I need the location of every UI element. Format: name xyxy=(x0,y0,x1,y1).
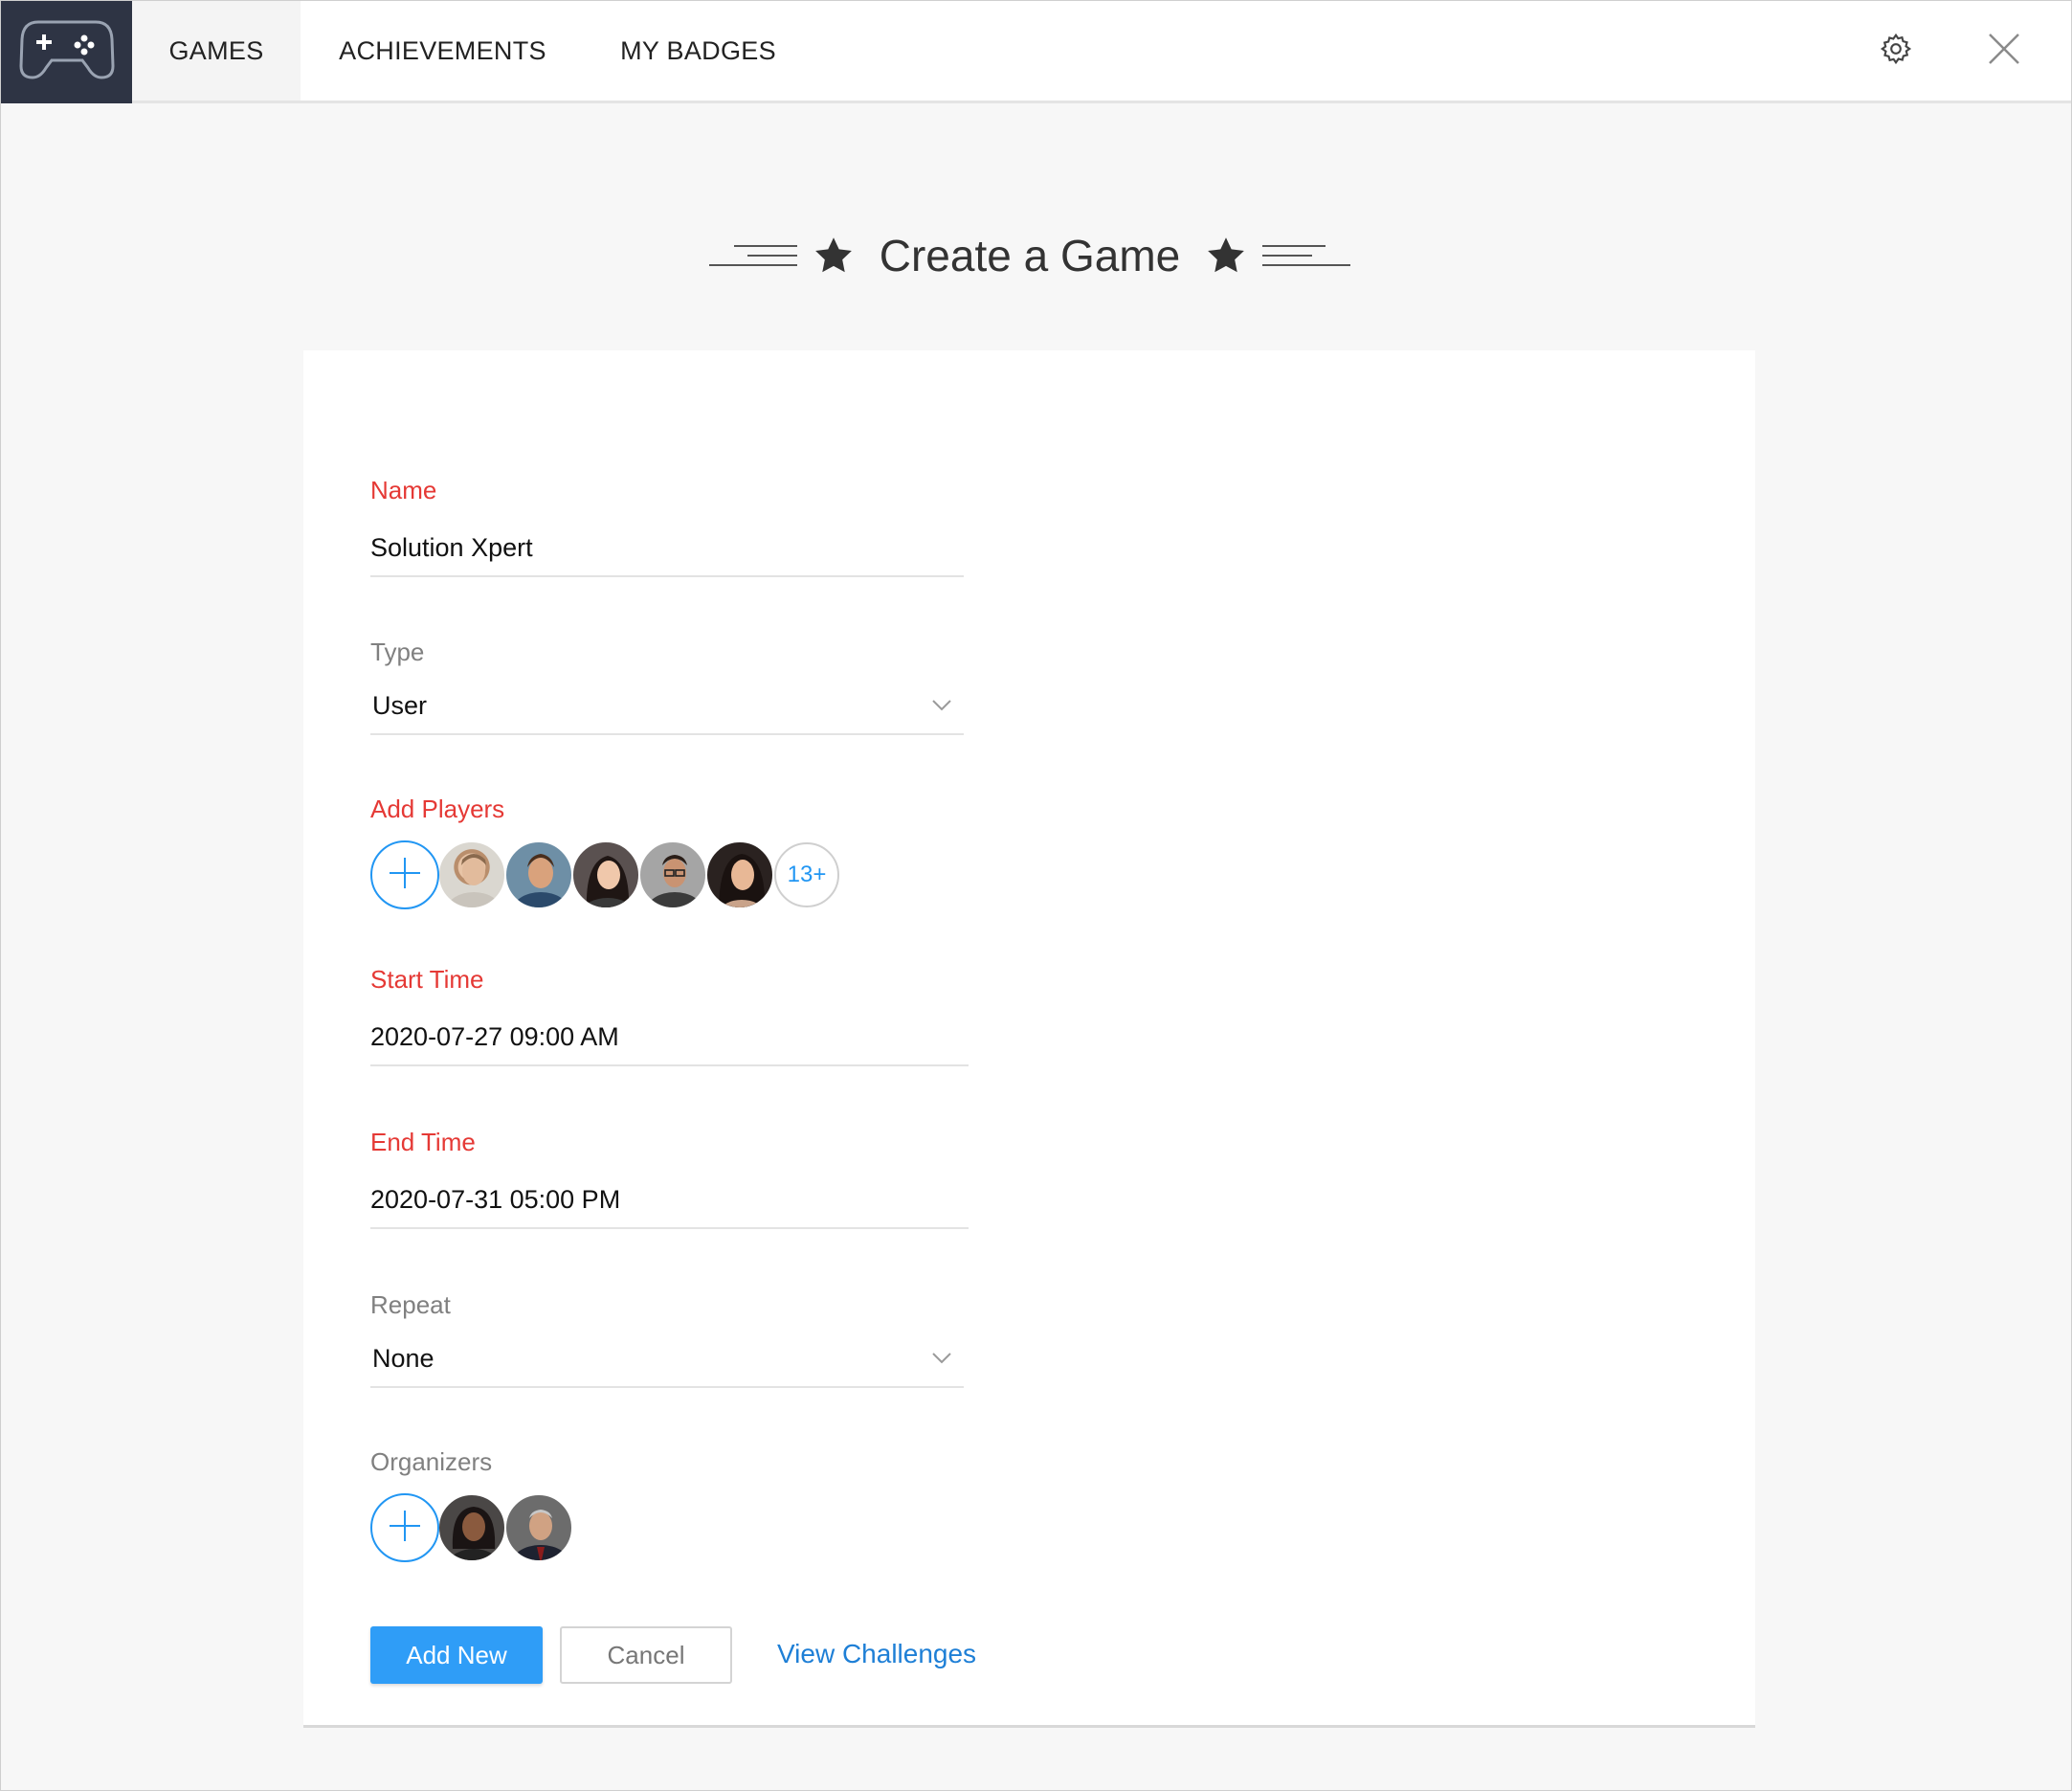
organizer-avatar[interactable] xyxy=(437,1493,506,1562)
start-time-value: 2020-07-27 09:00 AM xyxy=(370,1021,619,1051)
gear-icon xyxy=(1879,32,1913,71)
page-title: Create a Game xyxy=(879,230,1181,280)
type-field: Type User xyxy=(370,638,964,735)
chevron-down-icon xyxy=(931,699,952,712)
players-field: Add Players 13+ xyxy=(370,795,839,909)
add-player-button[interactable] xyxy=(370,840,439,909)
player-avatar[interactable] xyxy=(571,840,640,909)
add-organizer-button[interactable] xyxy=(370,1493,439,1562)
top-navigation-bar: GAMES ACHIEVEMENTS MY BADGES xyxy=(1,1,2071,103)
name-field: Name Solution Xpert xyxy=(370,476,964,577)
left-decoration-lines-icon xyxy=(708,243,797,268)
create-game-form: Name Solution Xpert Type User Add Player… xyxy=(303,350,1755,1728)
name-value: Solution Xpert xyxy=(370,532,533,562)
start-time-input[interactable]: 2020-07-27 09:00 AM xyxy=(370,1009,969,1066)
organizers-avatar-list xyxy=(370,1493,573,1562)
start-time-label: Start Time xyxy=(370,965,484,994)
organizers-label: Organizers xyxy=(370,1447,493,1476)
start-time-field: Start Time 2020-07-27 09:00 AM xyxy=(370,965,969,1066)
cancel-button[interactable]: Cancel xyxy=(560,1626,732,1684)
chevron-down-icon xyxy=(931,1352,952,1365)
star-icon xyxy=(813,235,855,277)
add-new-button[interactable]: Add New xyxy=(370,1626,543,1684)
type-select[interactable]: User xyxy=(370,678,964,735)
settings-button[interactable] xyxy=(1872,27,1920,75)
repeat-value: None xyxy=(372,1343,434,1373)
star-icon xyxy=(1205,235,1247,277)
tab-my-badges[interactable]: MY BADGES xyxy=(585,1,812,101)
player-avatar[interactable] xyxy=(437,840,506,909)
view-challenges-link[interactable]: View Challenges xyxy=(777,1639,976,1669)
tab-games[interactable]: GAMES xyxy=(132,1,301,101)
name-input[interactable]: Solution Xpert xyxy=(370,520,964,577)
repeat-field: Repeat None xyxy=(370,1290,964,1388)
player-avatar[interactable] xyxy=(504,840,573,909)
end-time-value: 2020-07-31 05:00 PM xyxy=(370,1184,621,1214)
tab-achievements[interactable]: ACHIEVEMENTS xyxy=(301,1,585,101)
end-time-field: End Time 2020-07-31 05:00 PM xyxy=(370,1128,969,1229)
type-label: Type xyxy=(370,638,425,666)
plus-icon xyxy=(388,1509,422,1548)
player-avatar[interactable] xyxy=(638,840,707,909)
more-players-button[interactable]: 13+ xyxy=(774,842,839,907)
close-icon xyxy=(1987,32,2021,71)
players-avatar-list: 13+ xyxy=(370,840,839,909)
gamepad-icon xyxy=(18,18,115,86)
type-value: User xyxy=(372,690,428,720)
app-logo[interactable] xyxy=(1,1,132,103)
organizers-field: Organizers xyxy=(370,1447,573,1562)
player-avatar[interactable] xyxy=(705,840,774,909)
page-heading: Create a Game xyxy=(708,219,1351,291)
repeat-label: Repeat xyxy=(370,1290,451,1319)
repeat-select[interactable]: None xyxy=(370,1331,964,1388)
close-button[interactable] xyxy=(1980,27,2028,75)
add-players-label: Add Players xyxy=(370,795,505,823)
right-decoration-lines-icon xyxy=(1262,243,1351,268)
name-label: Name xyxy=(370,476,437,504)
end-time-label: End Time xyxy=(370,1128,476,1156)
organizer-avatar[interactable] xyxy=(504,1493,573,1562)
end-time-input[interactable]: 2020-07-31 05:00 PM xyxy=(370,1172,969,1229)
plus-icon xyxy=(388,856,422,895)
